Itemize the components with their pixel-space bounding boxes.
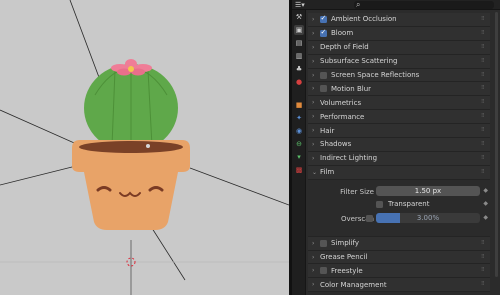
pot-body <box>84 172 178 230</box>
modifier-icon[interactable]: ✦ <box>294 113 304 123</box>
panel-indirect-lighting[interactable]: › Indirect Lighting ⠿ <box>308 151 490 166</box>
simplify-checkbox[interactable] <box>320 239 327 247</box>
editor-type-icon[interactable]: ☰▾ <box>295 1 311 9</box>
properties-search-input[interactable]: ⌕ <box>354 0 494 9</box>
drag-handle-icon[interactable]: ⠿ <box>481 44 487 50</box>
drag-handle-icon[interactable]: ⠿ <box>481 169 487 175</box>
film-panel-body: Filter Size 1.50 px ◆ Transparent ◆ Over… <box>308 179 490 237</box>
drag-handle-icon[interactable]: ⠿ <box>481 114 487 119</box>
transparent-label: Transparent <box>388 199 430 208</box>
panel-grease-pencil[interactable]: › Grease Pencil ⠿ <box>308 250 490 265</box>
motion-blur-checkbox[interactable] <box>320 85 327 93</box>
scene-icon[interactable]: ♣ <box>294 64 304 74</box>
overscan-checkbox[interactable] <box>366 214 373 222</box>
render-icon[interactable]: ▣ <box>294 25 304 35</box>
keyframe-dot-icon[interactable]: ◆ <box>483 200 488 207</box>
drag-handle-icon[interactable]: ⠿ <box>481 17 487 22</box>
panel-color-management[interactable]: › Color Management ⠿ <box>308 278 490 293</box>
chevron-right-icon: › <box>312 99 315 107</box>
data-icon[interactable]: ▾ <box>294 152 304 162</box>
view-layer-icon[interactable]: ▥ <box>294 51 304 61</box>
output-icon[interactable]: ▤ <box>294 38 304 48</box>
chevron-right-icon: › <box>312 71 315 79</box>
panel-depth-of-field[interactable]: › Depth of Field ⠿ <box>308 40 490 55</box>
drag-handle-icon[interactable]: ⠿ <box>481 282 487 287</box>
world-icon[interactable]: ● <box>294 77 304 87</box>
drag-handle-icon[interactable]: ⠿ <box>481 240 487 246</box>
constraints-icon[interactable]: ⊖ <box>294 139 304 149</box>
filter-size-field[interactable]: 1.50 px <box>376 185 480 196</box>
panel-bloom[interactable]: › Bloom ⠿ <box>308 26 490 41</box>
transparent-checkbox[interactable] <box>376 200 383 208</box>
chevron-right-icon: › <box>312 253 315 261</box>
3d-viewport[interactable] <box>0 0 289 295</box>
chevron-right-icon: › <box>312 140 315 148</box>
chevron-right-icon: › <box>312 127 315 135</box>
properties-header: ☰▾ ⌕ <box>292 0 500 10</box>
chevron-right-icon: › <box>312 281 315 289</box>
properties-editor: ☰▾ ⌕ ⚒ ▣ ▤ ▥ ♣ ● ■ ✦ ◉ ⊖ ▾ ▩ › Ambient O… <box>292 0 500 295</box>
chevron-right-icon: › <box>312 113 315 121</box>
panel-motion-blur[interactable]: › Motion Blur ⠿ <box>308 82 490 97</box>
drag-handle-icon[interactable]: ⠿ <box>481 155 487 161</box>
drag-handle-icon[interactable]: ⠿ <box>481 128 487 133</box>
filter-size-label: Filter Size <box>340 187 374 196</box>
chevron-right-icon: › <box>312 43 315 51</box>
overscan-slider[interactable]: 3.00% <box>376 212 480 223</box>
drag-handle-icon[interactable]: ⠿ <box>481 142 487 147</box>
chevron-right-icon: › <box>312 239 315 247</box>
render-panels: › Ambient Occlusion ⠿ › Bloom ⠿ › Depth … <box>308 13 490 293</box>
viewport-scene <box>0 0 289 295</box>
chevron-right-icon: › <box>312 85 315 93</box>
material-icon[interactable]: ▩ <box>294 165 304 175</box>
panel-performance[interactable]: › Performance ⠿ <box>308 110 490 125</box>
panel-film[interactable]: ⌄ Film ⠿ <box>308 165 490 180</box>
search-icon: ⌕ <box>356 0 361 9</box>
panel-shadows[interactable]: › Shadows ⠿ <box>308 138 490 152</box>
chevron-right-icon: › <box>312 57 315 65</box>
screen-space-reflections-checkbox[interactable] <box>320 71 327 79</box>
keyframe-dot-icon[interactable]: ◆ <box>483 214 488 221</box>
drag-handle-icon[interactable]: ⠿ <box>481 100 487 105</box>
properties-tabs: ⚒ ▣ ▤ ▥ ♣ ● ■ ✦ ◉ ⊖ ▾ ▩ <box>292 10 306 295</box>
chevron-right-icon: › <box>312 154 315 162</box>
properties-scrollbar[interactable] <box>495 12 498 277</box>
panel-volumetrics[interactable]: › Volumetrics ⠿ <box>308 96 490 111</box>
ambient-occlusion-checkbox[interactable] <box>320 14 327 23</box>
chevron-right-icon: › <box>312 15 315 23</box>
bloom-checkbox[interactable] <box>320 28 327 37</box>
drag-handle-icon[interactable]: ⠿ <box>481 58 487 64</box>
chevron-right-icon: › <box>312 29 315 37</box>
panel-screen-space-reflections[interactable]: › Screen Space Reflections ⠿ <box>308 68 490 83</box>
chevron-down-icon: ⌄ <box>312 168 318 176</box>
panel-subsurface-scattering[interactable]: › Subsurface Scattering ⠿ <box>308 54 490 69</box>
panel-hair[interactable]: › Hair ⠿ <box>308 124 490 139</box>
panel-freestyle[interactable]: › Freestyle ⠿ <box>308 264 490 279</box>
drag-handle-icon[interactable]: ⠿ <box>481 86 487 91</box>
freestyle-checkbox[interactable] <box>320 267 327 275</box>
particles-icon[interactable]: ◉ <box>294 126 304 136</box>
panel-ambient-occlusion[interactable]: › Ambient Occlusion ⠿ <box>308 13 490 27</box>
tool-icon[interactable]: ⚒ <box>294 12 304 22</box>
panel-simplify[interactable]: › Simplify ⠿ <box>308 236 490 251</box>
drag-handle-icon[interactable]: ⠿ <box>481 254 487 260</box>
keyframe-dot-icon[interactable]: ◆ <box>483 187 488 194</box>
object-icon[interactable]: ■ <box>294 100 304 110</box>
drag-handle-icon[interactable]: ⠿ <box>481 268 487 273</box>
drag-handle-icon[interactable]: ⠿ <box>481 72 487 78</box>
chevron-right-icon: › <box>312 267 315 275</box>
drag-handle-icon[interactable]: ⠿ <box>481 30 487 36</box>
